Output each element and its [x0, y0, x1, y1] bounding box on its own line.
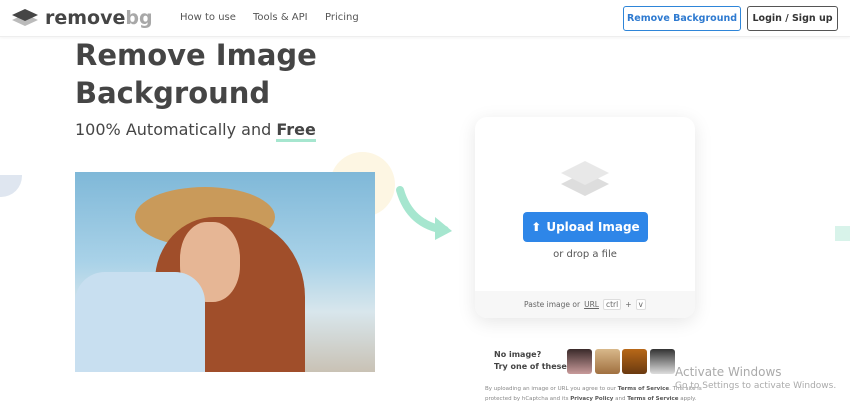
url-link[interactable]: URL — [584, 300, 599, 309]
drop-hint: or drop a file — [553, 249, 617, 260]
arrow-icon — [396, 186, 452, 240]
try-text: Try one of these: — [494, 362, 571, 371]
page-title: Remove Image Background — [75, 38, 317, 110]
nav-pricing[interactable]: Pricing — [325, 12, 359, 23]
plus: + — [625, 300, 632, 309]
no-image-text: No image? — [494, 350, 542, 359]
sample-woman[interactable] — [567, 349, 592, 374]
upload-label: Upload Image — [546, 220, 640, 234]
layers-icon — [561, 161, 609, 196]
logo-text: remove — [45, 7, 126, 29]
decor-square — [835, 226, 850, 241]
ctrl-key: ctrl — [602, 299, 622, 310]
header: removebg How to use Tools & API Pricing … — [0, 0, 850, 37]
privacy-link[interactable]: Privacy Policy — [570, 396, 613, 402]
windows-watermark-sub: Go to Settings to activate Windows. — [675, 381, 837, 391]
windows-watermark-title: Activate Windows — [675, 365, 782, 379]
v-key: v — [635, 299, 646, 310]
upload-image-button[interactable]: ⬆ Upload Image — [523, 212, 648, 242]
logo-suffix: bg — [125, 7, 153, 29]
upload-icon: ⬆ — [531, 220, 542, 234]
nav-tools-api[interactable]: Tools & API — [253, 12, 308, 23]
layers-logo-icon — [12, 9, 38, 26]
upload-card[interactable]: ⬆ Upload Image or drop a file Paste image… — [475, 117, 695, 318]
paste-text: Paste image or — [524, 300, 581, 309]
sample-car[interactable] — [650, 349, 675, 374]
decor-shape — [0, 175, 22, 197]
paste-bar: Paste image or URL ctrl + v — [475, 291, 695, 318]
nav-how-to-use[interactable]: How to use — [180, 12, 236, 23]
subtitle-free: Free — [276, 120, 316, 142]
tos-link[interactable]: Terms of Service — [618, 386, 669, 392]
sample-product[interactable] — [622, 349, 647, 374]
sample-prompt: No image? Try one of these: — [494, 349, 570, 373]
remove-background-button[interactable]: Remove Background — [623, 6, 741, 31]
subtitle-text: 100% Automatically and — [75, 120, 272, 139]
hero-photo — [75, 172, 375, 372]
sample-dog[interactable] — [595, 349, 620, 374]
logo[interactable]: removebg — [11, 7, 153, 29]
subtitle: 100% Automatically and Free — [75, 120, 316, 142]
tos-link-2[interactable]: Terms of Service — [627, 396, 678, 402]
login-signup-button[interactable]: Login / Sign up — [747, 6, 838, 31]
